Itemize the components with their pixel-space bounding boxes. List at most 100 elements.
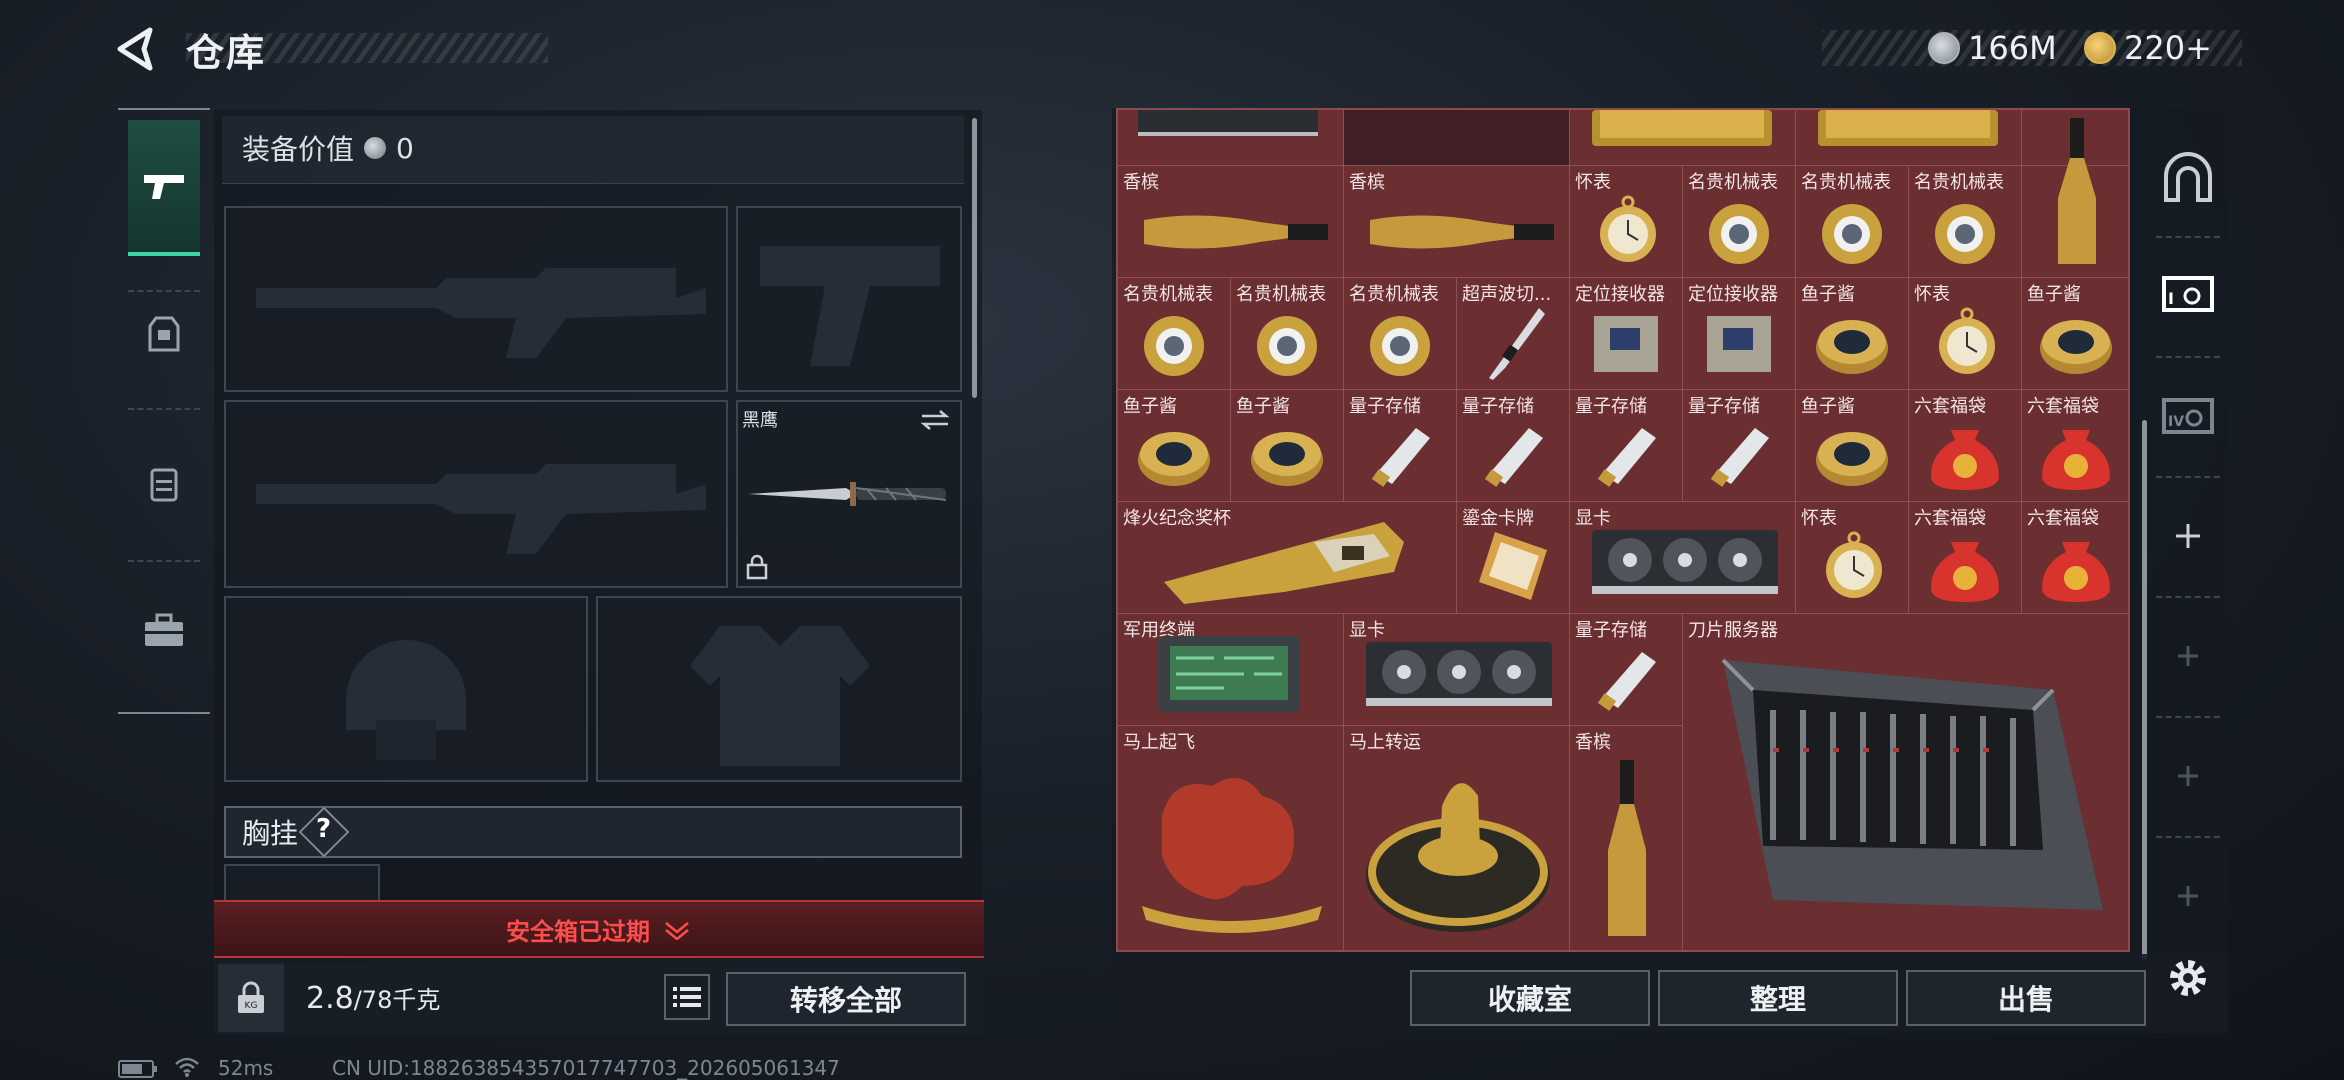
stash-page-4-button[interactable]: IV bbox=[2150, 378, 2226, 454]
equipment-value-label: 装备价值 bbox=[242, 133, 355, 166]
stash-item-horse-fly[interactable]: 马上起飞 bbox=[1118, 726, 1344, 950]
stash-item-quantum[interactable]: 量子存储 bbox=[1344, 390, 1457, 502]
stash-item-lucky-bag[interactable]: 六套福袋 bbox=[1909, 390, 2022, 502]
tab-backpack[interactable] bbox=[128, 448, 200, 520]
stash-item-blade-server[interactable]: 刀片服务器 bbox=[1683, 614, 2128, 950]
stash-item[interactable] bbox=[1796, 110, 2022, 166]
uid-readout: CN UID:18826385435701774770​3_2026050613… bbox=[332, 1056, 840, 1080]
stash-item-luxury-watch[interactable]: 名贵机械表 bbox=[1118, 278, 1231, 390]
safe-box-rail-button[interactable] bbox=[2150, 140, 2226, 216]
stash-item-pocket-watch[interactable]: 怀表 bbox=[1570, 166, 1683, 278]
svg-text:KG: KG bbox=[245, 1001, 258, 1011]
stash-item-luxury-watch[interactable]: 名贵机械表 bbox=[1909, 166, 2022, 278]
stash-scrollbar[interactable] bbox=[2142, 420, 2147, 960]
stash-item-lucky-bag[interactable]: 六套福袋 bbox=[1909, 502, 2022, 614]
stash-item-quantum[interactable]: 量子存储 bbox=[1683, 390, 1796, 502]
stash-item-champagne[interactable]: 香槟 bbox=[1118, 166, 1344, 278]
stash-empty-cell[interactable] bbox=[1344, 110, 1570, 166]
safe-box-expired-text: 安全箱已过期 bbox=[506, 918, 650, 946]
premium-amount: 220+ bbox=[2124, 29, 2212, 67]
stash-page-1-button[interactable]: I bbox=[2150, 256, 2226, 332]
stash-item-champagne[interactable]: 香槟 bbox=[1344, 166, 1570, 278]
tab-case[interactable] bbox=[128, 594, 200, 666]
stash-item-ultrasonic[interactable]: 超声波切... bbox=[1457, 278, 1570, 390]
list-view-button[interactable] bbox=[664, 974, 710, 1020]
transfer-all-button[interactable]: 转移全部 bbox=[726, 972, 966, 1026]
weight-lock-button[interactable]: KG bbox=[218, 964, 284, 1032]
sell-button[interactable]: 出售 bbox=[1906, 970, 2146, 1026]
stash-item-caviar[interactable]: 鱼子酱 bbox=[1231, 390, 1344, 502]
pistol-slot[interactable] bbox=[736, 206, 962, 392]
stash-item-pocket-watch[interactable]: 怀表 bbox=[1909, 278, 2022, 390]
stash-item-luxury-watch[interactable]: 名贵机械表 bbox=[1796, 166, 1909, 278]
stash-item-caviar[interactable]: 鱼子酱 bbox=[2022, 278, 2128, 390]
coin-balance[interactable]: 166M bbox=[1928, 26, 2057, 70]
stash-item[interactable] bbox=[1570, 110, 1796, 166]
item-label: 鱼子酱 bbox=[1801, 396, 1855, 417]
stash-item-military-terminal[interactable]: 军用终端 bbox=[1118, 614, 1344, 726]
back-arrow-icon[interactable] bbox=[112, 24, 162, 74]
stash-item-horse-luck[interactable]: 马上转运 bbox=[1344, 726, 1570, 950]
backpack-icon bbox=[150, 468, 178, 502]
gpu-icon bbox=[1138, 110, 1318, 136]
stash-item-gold-card[interactable]: 鎏金卡牌 bbox=[1457, 502, 1570, 614]
add-stash-button[interactable] bbox=[2150, 498, 2226, 574]
plus-icon bbox=[2178, 886, 2198, 906]
premium-balance[interactable]: 220+ bbox=[2084, 26, 2212, 70]
primary-weapon-slot[interactable] bbox=[224, 206, 728, 392]
stash-item[interactable] bbox=[1118, 110, 1344, 166]
collection-room-button[interactable]: 收藏室 bbox=[1410, 970, 1650, 1026]
organize-button[interactable]: 整理 bbox=[1658, 970, 1898, 1026]
stash-item-lucky-bag[interactable]: 六套福袋 bbox=[2022, 390, 2128, 502]
add-stash-button[interactable] bbox=[2150, 858, 2226, 934]
add-stash-button[interactable] bbox=[2150, 738, 2226, 814]
vault-icon bbox=[2164, 152, 2212, 202]
plus-icon bbox=[2178, 646, 2198, 666]
coin-icon bbox=[364, 137, 387, 159]
chest-rig-slot[interactable] bbox=[224, 864, 380, 904]
helmet-slot[interactable] bbox=[224, 596, 588, 782]
stash-item-luxury-watch[interactable]: 名贵机械表 bbox=[1683, 166, 1796, 278]
stash-item-caviar[interactable]: 鱼子酱 bbox=[1796, 390, 1909, 502]
stash-item-locator[interactable]: 定位接收器 bbox=[1683, 278, 1796, 390]
military-terminal-icon bbox=[1158, 636, 1300, 712]
stash-item-champagne-upright[interactable]: 香槟 bbox=[1570, 726, 1683, 950]
stash-item-pocket-watch[interactable]: 怀表 bbox=[1796, 502, 1909, 614]
stash-item-champagne-upright[interactable] bbox=[2022, 110, 2128, 278]
stash-item-quantum[interactable]: 量子存储 bbox=[1570, 614, 1683, 726]
stash-item-luxury-watch[interactable]: 名贵机械表 bbox=[1231, 278, 1344, 390]
body-armor-slot[interactable] bbox=[596, 596, 962, 782]
premium-coin-icon bbox=[2084, 32, 2116, 64]
stash-item-caviar[interactable]: 鱼子酱 bbox=[1796, 278, 1909, 390]
trophy-icon bbox=[1164, 522, 1404, 604]
settings-button[interactable] bbox=[2150, 940, 2226, 1016]
melee-slot[interactable]: 黑鹰 bbox=[736, 400, 962, 588]
add-stash-button[interactable] bbox=[2150, 618, 2226, 694]
item-label: 量子存储 bbox=[1575, 396, 1647, 417]
secondary-weapon-slot[interactable] bbox=[224, 400, 728, 588]
tab-weapons[interactable] bbox=[128, 120, 200, 256]
item-label: 马上起飞 bbox=[1123, 732, 1195, 753]
body-armor-silhouette-icon bbox=[690, 626, 870, 766]
stash-item-trophy[interactable]: 烽火纪念奖杯 bbox=[1118, 502, 1457, 614]
helmet-silhouette-icon bbox=[346, 640, 466, 760]
chevron-down-icon[interactable] bbox=[664, 920, 690, 940]
stash-item-lucky-bag[interactable]: 六套福袋 bbox=[2022, 502, 2128, 614]
rifle-silhouette-icon bbox=[256, 268, 706, 358]
equipment-scrollbar[interactable] bbox=[972, 118, 977, 398]
battery-icon bbox=[118, 1060, 157, 1078]
stash-item-gpu[interactable]: 显卡 bbox=[1344, 614, 1570, 726]
stash-grid[interactable]: 香槟 香槟 怀表 名贵机械表 名贵机械表 名贵机械表 名贵机械表 名贵机械表 名… bbox=[1116, 108, 2130, 952]
stash-item-quantum[interactable]: 量子存储 bbox=[1570, 390, 1683, 502]
stash-item-quantum[interactable]: 量子存储 bbox=[1457, 390, 1570, 502]
stash-item-locator[interactable]: 定位接收器 bbox=[1570, 278, 1683, 390]
stash-item-caviar[interactable]: 鱼子酱 bbox=[1118, 390, 1231, 502]
swap-icon[interactable] bbox=[918, 408, 952, 432]
svg-text:IV: IV bbox=[2168, 414, 2184, 430]
stash-item-gpu[interactable]: 显卡 bbox=[1570, 502, 1796, 614]
stash-item-luxury-watch[interactable]: 名贵机械表 bbox=[1344, 278, 1457, 390]
caviar-tin-icon bbox=[1816, 320, 1888, 374]
tab-armor[interactable] bbox=[128, 298, 200, 370]
rail-divider bbox=[2156, 716, 2220, 718]
luxury-watch-icon bbox=[1935, 204, 1995, 264]
